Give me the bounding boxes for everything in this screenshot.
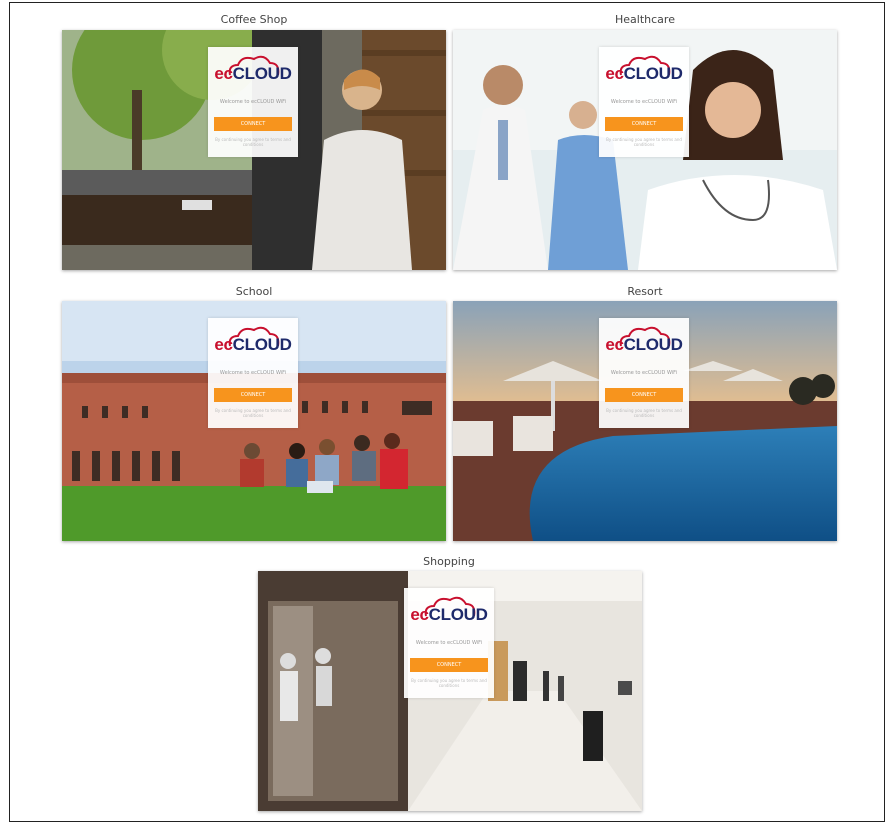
ec-cloud-logo: ecCLOUD [410, 605, 488, 624]
ec-cloud-logo: ecCLOUD [214, 64, 292, 83]
login-portal: ecCLOUD Welcome to ecCLOUD WiFi CONNECT … [208, 318, 298, 428]
scenario-card-resort[interactable]: ecCLOUD Welcome to ecCLOUD WiFi CONNECT … [453, 301, 837, 541]
connect-button[interactable]: CONNECT [214, 117, 292, 131]
welcome-text: Welcome to ecCLOUD WiFi [219, 99, 287, 105]
terms-text: By continuing you agree to terms and con… [215, 408, 291, 418]
login-portal: ecCLOUD Welcome to ecCLOUD WiFi CONNECT … [404, 588, 494, 698]
ec-cloud-logo: ecCLOUD [605, 335, 683, 354]
scenario-title-healthcare: Healthcare [615, 13, 675, 26]
scenario-title-resort: Resort [627, 285, 663, 298]
connect-button[interactable]: CONNECT [214, 388, 292, 402]
scenario-title-shopping: Shopping [423, 555, 475, 568]
terms-text: By continuing you agree to terms and con… [606, 137, 682, 147]
scenario-title-coffee-shop: Coffee Shop [220, 13, 288, 26]
login-portal: ecCLOUD Welcome to ecCLOUD WiFi CONNECT … [208, 47, 298, 157]
ec-cloud-logo: ecCLOUD [605, 64, 683, 83]
welcome-text: Welcome to ecCLOUD WiFi [610, 370, 678, 376]
scenario-title-school: School [235, 285, 273, 298]
terms-text: By continuing you agree to terms and con… [411, 678, 487, 688]
ec-cloud-logo: ecCLOUD [214, 335, 292, 354]
scenario-card-shopping[interactable]: ecCLOUD Welcome to ecCLOUD WiFi CONNECT … [258, 571, 642, 811]
connect-button[interactable]: CONNECT [605, 117, 683, 131]
connect-button[interactable]: CONNECT [605, 388, 683, 402]
welcome-text: Welcome to ecCLOUD WiFi [415, 640, 483, 646]
scenario-card-school[interactable]: ecCLOUD Welcome to ecCLOUD WiFi CONNECT … [62, 301, 446, 541]
connect-button[interactable]: CONNECT [410, 658, 488, 672]
terms-text: By continuing you agree to terms and con… [215, 137, 291, 147]
login-portal: ecCLOUD Welcome to ecCLOUD WiFi CONNECT … [599, 318, 689, 428]
scenario-card-coffee-shop[interactable]: ecCLOUD Welcome to ecCLOUD WiFi CONNECT … [62, 30, 446, 270]
terms-text: By continuing you agree to terms and con… [606, 408, 682, 418]
welcome-text: Welcome to ecCLOUD WiFi [610, 99, 678, 105]
welcome-text: Welcome to ecCLOUD WiFi [219, 370, 287, 376]
login-portal: ecCLOUD Welcome to ecCLOUD WiFi CONNECT … [599, 47, 689, 157]
scenario-card-healthcare[interactable]: ecCLOUD Welcome to ecCLOUD WiFi CONNECT … [453, 30, 837, 270]
